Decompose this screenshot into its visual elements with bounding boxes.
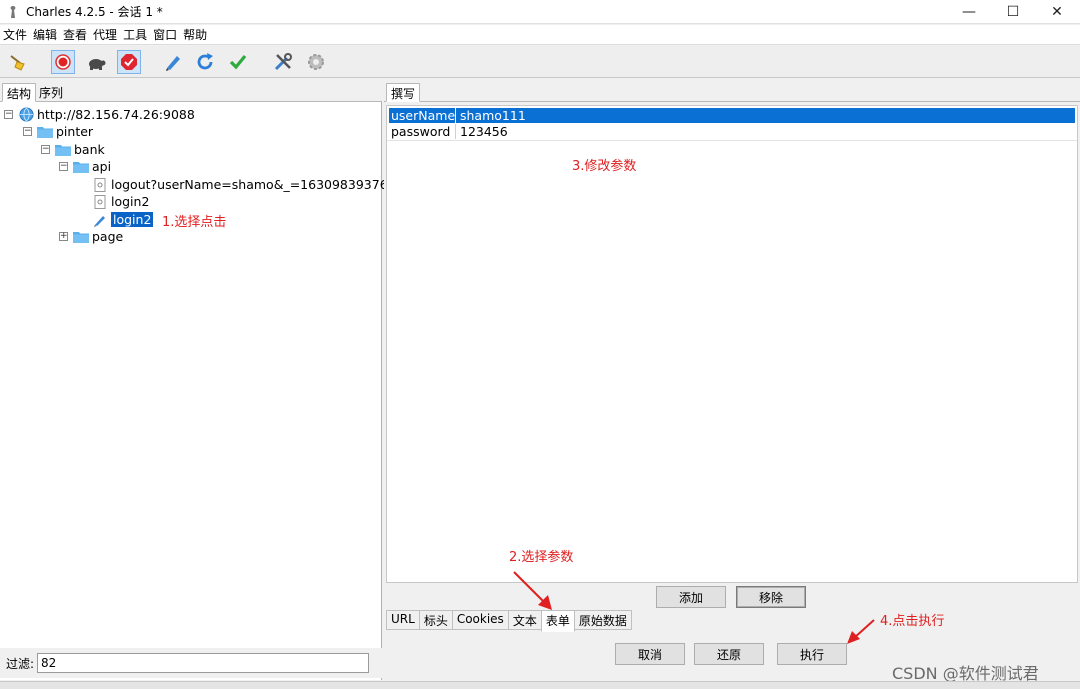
minimize-button[interactable]: — [946,0,992,24]
tree-node-folder[interactable]: bank [55,141,105,158]
maximize-button[interactable]: ☐ [990,0,1036,24]
tree-node-label: page [92,229,124,244]
repeat-icon[interactable] [193,50,217,74]
tree-node-label: login2 [111,194,150,209]
settings-gear-icon[interactable] [304,50,328,74]
tree-node-folder[interactable]: page [73,228,123,245]
menu-bar: 文件 编辑 查看 代理 工具 窗口 帮助 [0,25,1080,45]
menu-file[interactable]: 文件 [0,26,30,43]
filter-row: 过滤: [0,648,382,678]
tree-node-label: login2 [109,211,155,228]
tab-text[interactable]: 文本 [507,610,542,630]
param-value[interactable]: 123456 [456,124,1075,139]
tab-cookies[interactable]: Cookies [451,610,509,630]
tab-form[interactable]: 表单 [540,610,575,632]
record-icon[interactable] [51,50,75,74]
folder-icon [55,143,71,157]
bottom-tab-bar: URL 标头 Cookies 文本 表单 原始数据 [386,610,632,632]
structure-pane: 结构 序列 − http://82.156.74.26:9088 − pinte… [0,80,404,680]
param-key[interactable]: password [389,124,456,139]
tree-node-folder[interactable]: pinter [37,123,93,140]
close-button[interactable]: ✕ [1034,0,1080,24]
folder-icon [37,125,53,139]
tree-node-folder[interactable]: api [73,158,111,175]
tree-expander[interactable]: − [59,162,68,171]
tree-expander[interactable]: − [41,145,50,154]
annotation-step2: 2.选择参数 [509,550,574,565]
tree-node-host[interactable]: http://82.156.74.26:9088 [18,106,195,123]
request-doc-icon [92,194,108,209]
folder-icon [73,230,89,244]
menu-edit[interactable]: 编辑 [30,26,60,43]
menu-tools[interactable]: 工具 [120,26,150,43]
folder-icon [73,160,89,174]
tree-node-label: api [92,159,112,174]
annotation-step3: 3.修改参数 [572,159,637,174]
tree-expander[interactable]: + [59,232,68,241]
tree-node-label: http://82.156.74.26:9088 [37,107,195,122]
tools-icon[interactable] [271,50,295,74]
tab-raw[interactable]: 原始数据 [573,610,632,630]
tree-node-label: logout?userName=shamo&_=1630983937677 [111,177,404,192]
charles-app-icon [6,5,20,19]
menu-help[interactable]: 帮助 [180,26,210,43]
param-key[interactable]: userName [389,108,456,123]
execute-button[interactable]: 执行 [777,643,847,665]
cancel-button[interactable]: 取消 [615,643,685,665]
annotation-arrow-step2 [513,571,552,610]
tree-expander[interactable]: − [4,110,13,119]
filter-label: 过滤: [6,656,35,671]
tab-sequence[interactable]: 序列 [35,83,67,102]
param-value[interactable]: shamo111 [456,108,1075,123]
form-params-table: userName shamo111 password 123456 3.修改参数 [386,105,1078,583]
add-button[interactable]: 添加 [656,586,726,608]
tree-node-label: bank [74,142,105,157]
tree-node-request[interactable]: login2 [92,193,149,210]
menu-window[interactable]: 窗口 [150,26,180,43]
tab-structure[interactable]: 结构 [2,83,37,102]
left-tab-bar: 结构 序列 [0,80,382,102]
filter-input[interactable] [37,653,370,673]
compose-pen-icon[interactable] [161,50,185,74]
tree-expander[interactable]: − [23,127,32,136]
tree-node-composed-selected[interactable]: login2 [92,211,155,228]
window-title: Charles 4.2.5 - 会话 1 * [26,5,163,19]
menu-proxy[interactable]: 代理 [90,26,120,43]
menu-view[interactable]: 查看 [60,26,90,43]
tree-node-label: pinter [56,124,94,139]
param-row[interactable]: password 123456 [389,124,1075,139]
globe-icon [18,107,34,122]
request-doc-icon [92,177,108,192]
param-row[interactable]: userName shamo111 [389,108,1075,123]
compose-pane: 撰写 userName shamo111 password 123456 3.修… [384,80,1080,680]
remove-button[interactable]: 移除 [736,586,806,608]
revert-button[interactable]: 还原 [694,643,764,665]
validate-check-icon[interactable] [226,50,250,74]
structure-tree: − http://82.156.74.26:9088 − pinter − ba… [0,104,404,644]
tree-node-request[interactable]: logout?userName=shamo&_=1630983937677 [92,176,404,193]
tab-url[interactable]: URL [386,610,420,630]
annotation-step4: 4.点击执行 [880,614,945,629]
row-divider [387,140,1077,141]
toolbar [0,46,1080,78]
tab-compose[interactable]: 撰写 [386,83,421,102]
throttle-turtle-icon[interactable] [84,50,108,74]
compose-pen-icon [92,213,108,227]
annotation-step1: 1.选择点击 [162,215,227,230]
title-bar: Charles 4.2.5 - 会话 1 * [0,0,1080,24]
annotation-arrow-step4 [847,619,875,644]
status-bar [0,681,1080,689]
broom-icon[interactable] [6,50,30,74]
tab-headers[interactable]: 标头 [418,610,453,630]
breakpoint-icon[interactable] [117,50,141,74]
right-tab-bar: 撰写 [384,80,1080,102]
